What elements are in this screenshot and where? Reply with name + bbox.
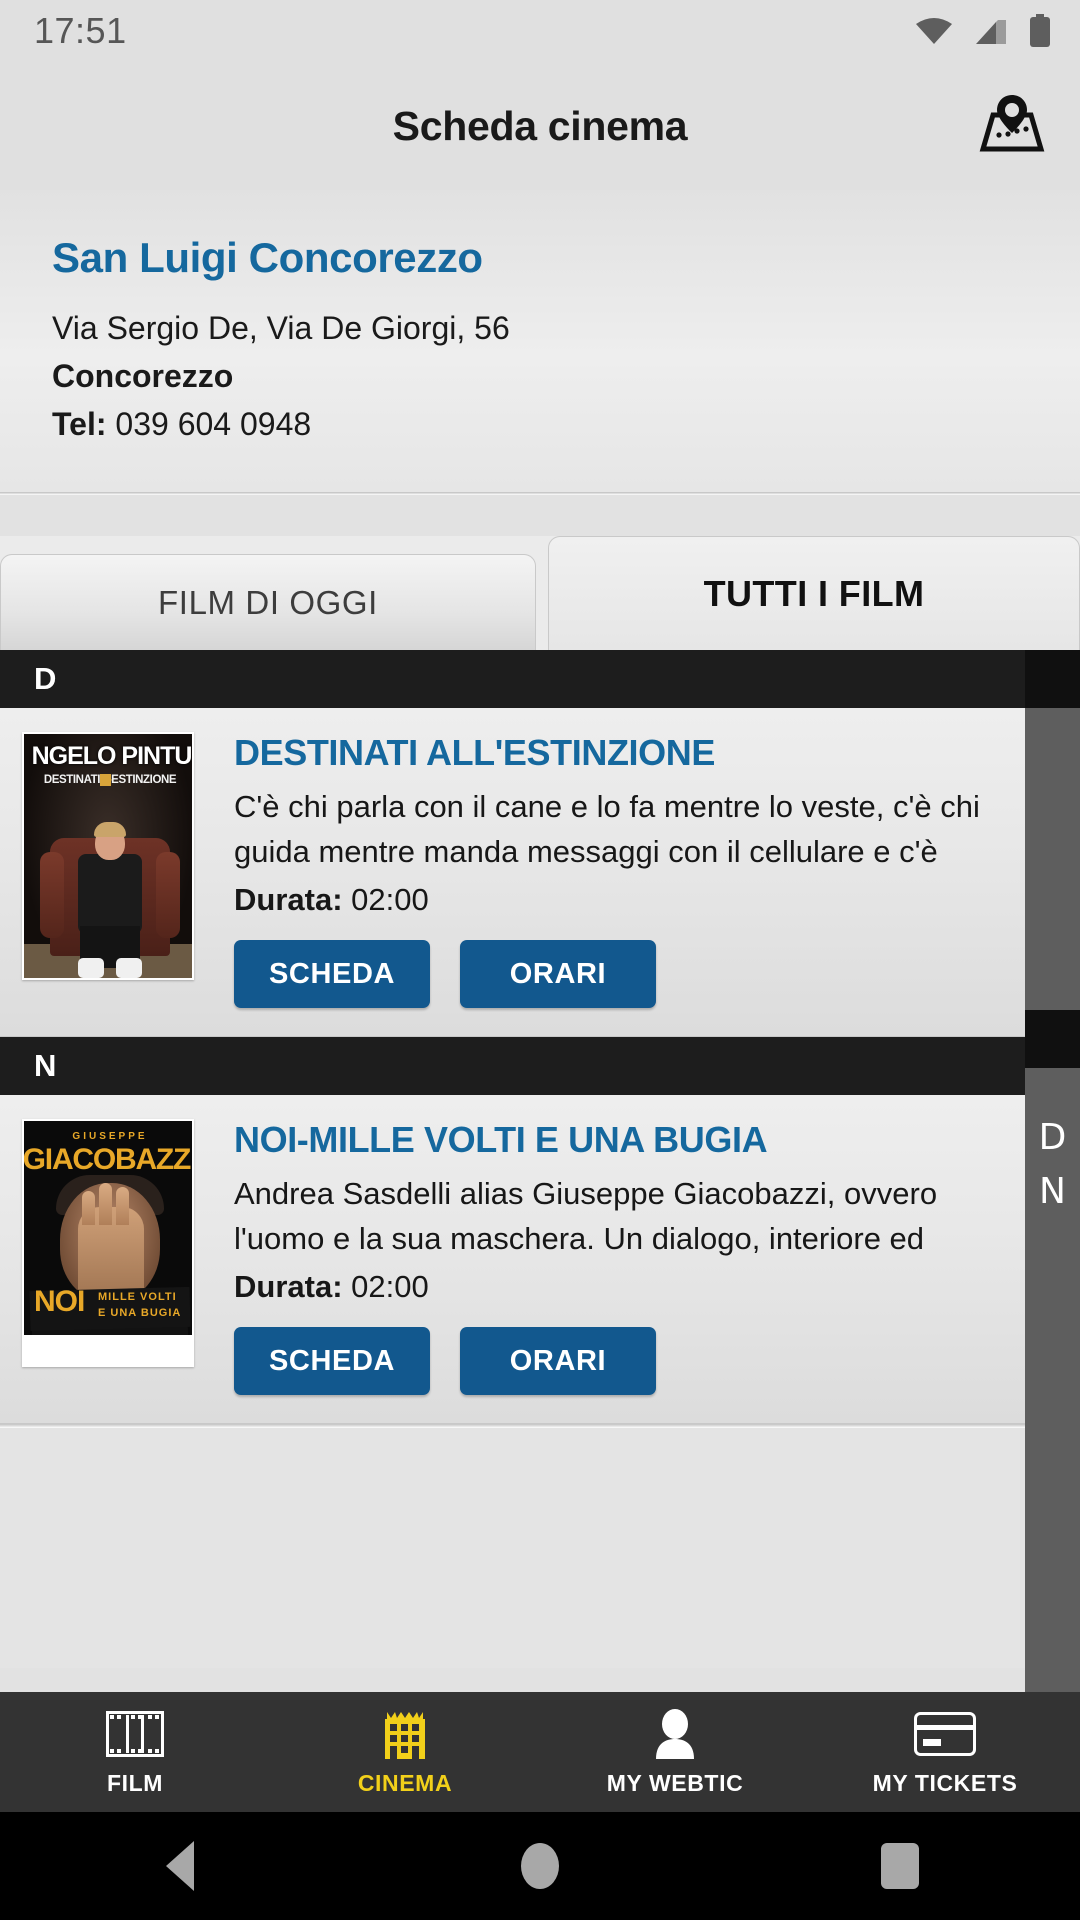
section-header-letter: N bbox=[34, 1048, 57, 1083]
android-home-button[interactable] bbox=[470, 1812, 610, 1920]
section-header-d: D bbox=[0, 650, 1025, 708]
map-pin-icon bbox=[979, 93, 1045, 160]
cinema-address: Via Sergio De, Via De Giorgi, 56 bbox=[52, 310, 510, 346]
movie-duration: Durata: 02:00 bbox=[234, 1269, 1009, 1305]
tab-tutti-i-film[interactable]: TUTTI I FILM bbox=[548, 536, 1080, 650]
poster-artist-name: GIACOBAZZI bbox=[24, 1143, 192, 1176]
battery-icon bbox=[1028, 14, 1052, 48]
page-title: Scheda cinema bbox=[392, 102, 688, 149]
movie-duration-label: Durata: bbox=[234, 882, 343, 917]
android-system-nav bbox=[0, 1812, 1080, 1920]
cellular-signal-icon bbox=[974, 16, 1008, 46]
orari-button[interactable]: ORARI bbox=[460, 1327, 656, 1395]
index-letter-d[interactable]: D bbox=[1039, 1116, 1067, 1160]
poster-tagline-1: MILLE VOLTI bbox=[98, 1291, 177, 1303]
nav-label-my-webtic: MY WEBTIC bbox=[606, 1769, 744, 1796]
wifi-icon bbox=[914, 16, 954, 46]
poster-tagline-2: E UNA BUGIA bbox=[98, 1307, 182, 1319]
movie-poster[interactable]: NGELO PINTU DESTINATI—ESTINZIONE bbox=[22, 732, 194, 980]
movie-duration-value: 02:00 bbox=[351, 1269, 429, 1304]
status-clock: 17:51 bbox=[34, 10, 127, 51]
app-screen: 17:51 Scheda cinema San Luigi Concorezzo… bbox=[0, 0, 1080, 1920]
movie-action-row: SCHEDA ORARI bbox=[234, 1327, 1009, 1395]
movie-details: NOI-MILLE VOLTI E UNA BUGIA Andrea Sasde… bbox=[194, 1119, 1025, 1395]
index-letter-n[interactable]: N bbox=[1039, 1170, 1066, 1214]
poster-artwork-destinati: NGELO PINTU DESTINATI—ESTINZIONE bbox=[24, 734, 192, 978]
home-circle-icon bbox=[521, 1843, 559, 1889]
recents-square-icon bbox=[881, 1843, 919, 1889]
nav-label-my-tickets: MY TICKETS bbox=[872, 1769, 1018, 1796]
movie-duration: Durata: 02:00 bbox=[234, 882, 1009, 918]
ticket-card-icon bbox=[914, 1708, 976, 1760]
cinema-info-panel: San Luigi Concorezzo Via Sergio De, Via … bbox=[0, 190, 1080, 492]
nav-item-my-webtic[interactable]: MY WEBTIC bbox=[540, 1692, 810, 1812]
status-bar: 17:51 bbox=[0, 0, 1080, 62]
back-triangle-icon bbox=[166, 1841, 194, 1891]
tab-film-di-oggi-label: FILM DI OGGI bbox=[158, 583, 378, 621]
tab-tutti-i-film-label: TUTTI I FILM bbox=[703, 572, 925, 614]
cinema-phone-row: Tel: 039 604 0948 bbox=[52, 400, 1080, 448]
movie-description: Andrea Sasdelli alias Giuseppe Giacobazz… bbox=[234, 1176, 938, 1256]
alphabet-index-strip[interactable]: D N bbox=[1025, 650, 1080, 1692]
poster-main-title: NOI bbox=[34, 1285, 85, 1318]
poster-subtitle: DESTINATI—ESTINZIONE bbox=[43, 774, 177, 786]
nav-label-film: FILM bbox=[106, 1769, 164, 1796]
film-strip-icon bbox=[106, 1708, 164, 1760]
movie-poster[interactable]: GIUSEPPE GIACOBAZZI NOI MILLE VOLTI E UN… bbox=[22, 1119, 194, 1367]
android-back-button[interactable] bbox=[110, 1812, 250, 1920]
tab-film-di-oggi[interactable]: FILM DI OGGI bbox=[0, 554, 536, 650]
nav-item-film[interactable]: FILM bbox=[0, 1692, 270, 1812]
section-header-n: N bbox=[0, 1037, 1025, 1095]
movie-action-row: SCHEDA ORARI bbox=[234, 940, 1009, 1008]
movie-list-item[interactable]: NGELO PINTU DESTINATI—ESTINZIONE DESTINA… bbox=[0, 708, 1025, 1037]
list-empty-space bbox=[0, 1428, 1025, 1668]
cinema-phone-label: Tel: bbox=[52, 406, 107, 442]
cinema-name: San Luigi Concorezzo bbox=[52, 234, 483, 281]
movie-title[interactable]: NOI-MILLE VOLTI E UNA BUGIA bbox=[234, 1119, 1009, 1161]
cinema-phone-value: 039 604 0948 bbox=[115, 406, 312, 442]
cinema-city: Concorezzo bbox=[52, 358, 234, 394]
app-header: Scheda cinema bbox=[0, 62, 1080, 190]
nav-label-cinema: CINEMA bbox=[357, 1769, 453, 1796]
nav-item-my-tickets[interactable]: MY TICKETS bbox=[810, 1692, 1080, 1812]
movie-duration-value: 02:00 bbox=[351, 882, 429, 917]
movie-description: C'è chi parla con il cane e lo fa mentre… bbox=[234, 789, 980, 869]
bottom-navigation-bar: FILM CINEMA MY WEBTIC MY TICKETS bbox=[0, 1692, 1080, 1812]
map-button[interactable] bbox=[970, 84, 1054, 168]
android-recents-button[interactable] bbox=[830, 1812, 970, 1920]
poster-artist-name: NGELO PINTU bbox=[31, 742, 192, 770]
movie-list-item[interactable]: GIUSEPPE GIACOBAZZI NOI MILLE VOLTI E UN… bbox=[0, 1095, 1025, 1424]
movie-list[interactable]: D NGELO PINTU DESTINATI—ESTINZIONE DESTI… bbox=[0, 650, 1080, 1692]
status-icon-group bbox=[914, 14, 1052, 48]
movie-details: DESTINATI ALL'ESTINZIONE C'è chi parla c… bbox=[194, 732, 1025, 1008]
poster-supertitle: GIUSEPPE bbox=[72, 1131, 148, 1142]
movie-duration-label: Durata: bbox=[234, 1269, 343, 1304]
cinema-building-icon bbox=[379, 1708, 431, 1760]
section-header-letter: D bbox=[34, 661, 57, 696]
scheda-button[interactable]: SCHEDA bbox=[234, 940, 430, 1008]
scheda-button[interactable]: SCHEDA bbox=[234, 1327, 430, 1395]
orari-button[interactable]: ORARI bbox=[460, 940, 656, 1008]
info-divider bbox=[0, 492, 1080, 495]
poster-artwork-noi: GIUSEPPE GIACOBAZZI NOI MILLE VOLTI E UN… bbox=[24, 1121, 192, 1365]
tab-bar: FILM DI OGGI TUTTI I FILM bbox=[0, 536, 1080, 650]
person-icon bbox=[652, 1708, 698, 1760]
movie-title[interactable]: DESTINATI ALL'ESTINZIONE bbox=[234, 732, 1009, 774]
nav-item-cinema[interactable]: CINEMA bbox=[270, 1692, 540, 1812]
